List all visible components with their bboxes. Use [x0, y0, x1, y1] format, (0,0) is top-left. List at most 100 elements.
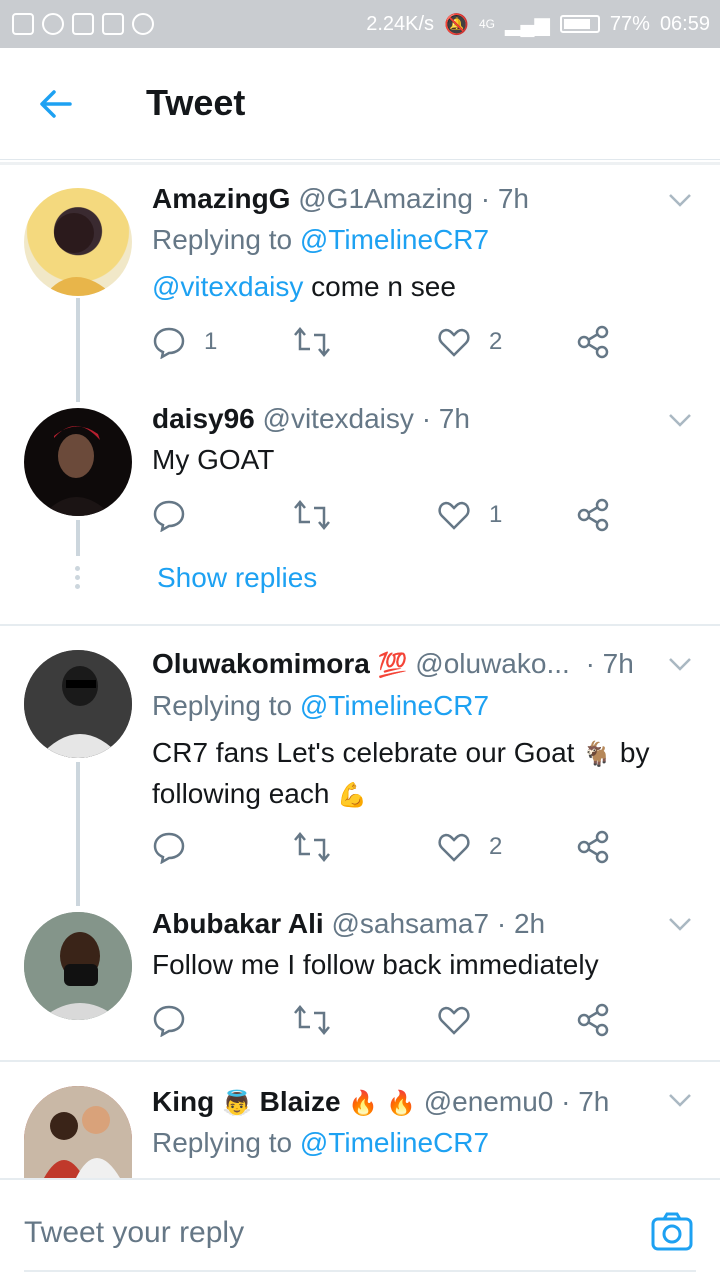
- mention-link[interactable]: @vitexdaisy: [152, 271, 303, 302]
- heart-icon: [438, 1006, 470, 1035]
- status-bar: 2.24K/s 🔕 4G ▂▄▆ 77% 06:59: [0, 0, 720, 48]
- hundred-emoji: 💯: [377, 652, 408, 680]
- timestamp: · 7h: [421, 403, 470, 434]
- heart-icon: [438, 328, 470, 357]
- notification-icons: [12, 13, 154, 35]
- thread-line: [76, 520, 80, 556]
- tweet-text: Follow me I follow back immediately: [152, 949, 599, 980]
- reply-icon: [153, 327, 185, 359]
- replying-to-link[interactable]: @TimelineCR7: [300, 224, 489, 255]
- goat-emoji: 🐐: [582, 741, 613, 769]
- input-underline: [24, 1270, 696, 1272]
- share-button[interactable]: [576, 498, 610, 532]
- thread-line: [76, 298, 80, 402]
- divider: [0, 1060, 720, 1062]
- like-button[interactable]: [437, 1003, 489, 1037]
- chevron-down-icon[interactable]: [668, 1092, 692, 1108]
- retweet-button[interactable]: [292, 830, 350, 864]
- share-button[interactable]: [576, 1003, 610, 1037]
- user-handle: @vitexdaisy: [262, 403, 414, 434]
- fire-emoji: 🔥: [386, 1090, 416, 1118]
- gallery-icon: [102, 13, 124, 35]
- tweet-actions: 2: [152, 830, 632, 870]
- mute-icon: 🔕: [444, 13, 469, 36]
- tweet-actions: 1: [152, 498, 632, 538]
- reply-icon: [153, 1005, 185, 1037]
- fire-emoji: 🔥: [348, 1090, 379, 1118]
- like-count: 2: [489, 833, 503, 860]
- user-handle: @sahsama7: [331, 908, 490, 939]
- reply-button[interactable]: [152, 1003, 204, 1037]
- like-button[interactable]: 2: [437, 325, 502, 359]
- timestamp: · 7h: [561, 1086, 610, 1117]
- chevron-down-icon[interactable]: [668, 656, 692, 672]
- display-name[interactable]: King: [152, 1086, 214, 1117]
- chevron-down-icon[interactable]: [668, 192, 692, 208]
- retweet-icon: [294, 327, 330, 357]
- retweet-button[interactable]: [292, 1003, 350, 1037]
- tweet-actions: 1 2: [152, 325, 632, 365]
- like-button[interactable]: 2: [437, 830, 502, 864]
- retweet-icon: [294, 500, 330, 530]
- tweet-text: @vitexdaisy come n see: [152, 271, 456, 302]
- divider: [0, 624, 720, 626]
- reply-button[interactable]: [152, 498, 204, 532]
- battery-icon: [559, 15, 600, 33]
- back-arrow-icon[interactable]: [36, 84, 76, 124]
- signal-icon: ▂▄▆: [504, 13, 550, 36]
- camera-icon[interactable]: [650, 1210, 694, 1254]
- chevron-down-icon[interactable]: [668, 412, 692, 428]
- chevron-down-icon[interactable]: [668, 916, 692, 932]
- avatar[interactable]: [24, 912, 132, 1020]
- tweet-text: My GOAT: [152, 444, 275, 475]
- share-button[interactable]: [576, 830, 610, 864]
- timestamp: · 7h: [480, 183, 529, 214]
- shield-icon: [72, 13, 94, 35]
- reply-button[interactable]: [152, 830, 204, 864]
- avatar[interactable]: [24, 188, 132, 296]
- user-handle: @enemu0: [423, 1086, 554, 1117]
- retweet-icon: [294, 1005, 330, 1035]
- user-handle: @G1Amazing: [298, 183, 473, 214]
- like-count: 2: [489, 328, 503, 355]
- like-count: 1: [489, 501, 503, 528]
- angel-emoji: 👼: [222, 1090, 252, 1118]
- reply-input[interactable]: Tweet your reply: [24, 1216, 244, 1250]
- display-name[interactable]: Abubakar Ali: [152, 908, 324, 939]
- network-type: 4G: [478, 17, 495, 31]
- retweet-button[interactable]: [292, 498, 350, 532]
- display-name[interactable]: daisy96: [152, 403, 255, 434]
- page-title: Tweet: [146, 82, 246, 123]
- share-icon: [577, 498, 609, 532]
- replying-to-link[interactable]: @TimelineCR7: [300, 1127, 489, 1158]
- replying-to-link[interactable]: @TimelineCR7: [300, 690, 489, 721]
- display-name-part[interactable]: Blaize: [260, 1086, 341, 1117]
- tweet-actions: [152, 1003, 632, 1043]
- display-name[interactable]: AmazingG: [152, 183, 290, 214]
- clock: 06:59: [659, 12, 710, 35]
- heart-icon: [438, 501, 470, 530]
- app-bar: Tweet: [0, 48, 720, 160]
- whatsapp-icon: [132, 13, 154, 35]
- avatar[interactable]: [24, 408, 132, 516]
- retweet-button[interactable]: [292, 325, 350, 359]
- timestamp: · 2h: [496, 908, 546, 939]
- reply-icon: [153, 500, 185, 532]
- timestamp: · 7h: [585, 648, 634, 679]
- tweet-text: CR7 fans Let's celebrate our Goat 🐐 by f…: [152, 733, 692, 815]
- replying-to: Replying to @TimelineCR7: [152, 690, 490, 721]
- show-replies-link[interactable]: Show replies: [157, 562, 317, 594]
- avatar[interactable]: [24, 1086, 132, 1178]
- thread-dots: [75, 566, 81, 593]
- replying-to: Replying to @TimelineCR7: [152, 1127, 490, 1158]
- retweet-icon: [294, 832, 330, 862]
- display-name[interactable]: Oluwakomimora: [152, 648, 370, 679]
- reply-composer: Tweet your reply: [0, 1178, 720, 1280]
- share-icon: [577, 830, 609, 864]
- avatar[interactable]: [24, 650, 132, 758]
- share-icon: [577, 1003, 609, 1037]
- network-speed: 2.24K/s: [366, 12, 435, 35]
- share-button[interactable]: [576, 325, 610, 359]
- like-button[interactable]: 1: [437, 498, 502, 532]
- reply-button[interactable]: 1: [152, 325, 217, 359]
